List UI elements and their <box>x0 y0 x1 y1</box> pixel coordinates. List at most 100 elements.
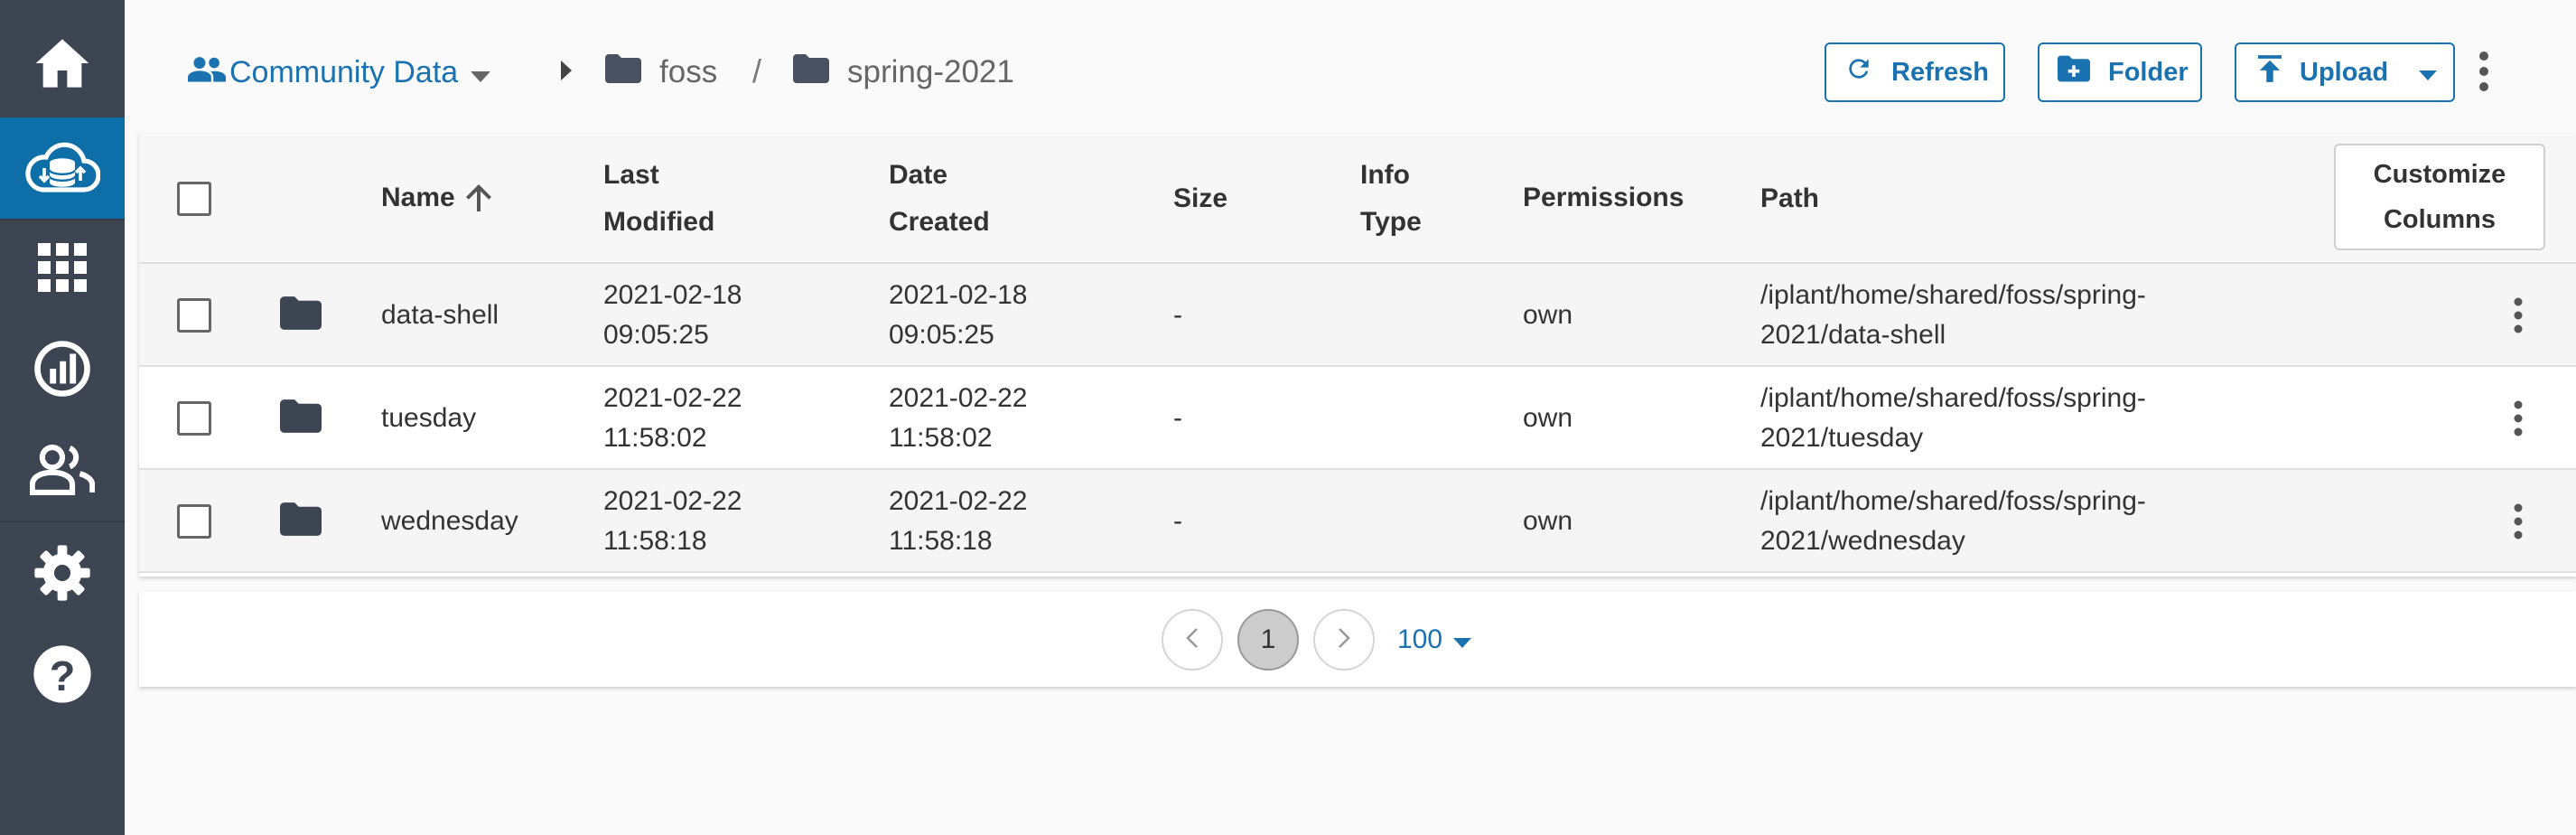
folder-icon <box>793 53 829 91</box>
sidebar-item-home[interactable] <box>0 13 125 114</box>
file-name[interactable]: data-shell <box>381 296 499 335</box>
size-cell: - <box>1173 403 1182 433</box>
column-header-label: Permissions <box>1523 183 1685 212</box>
path-cell: /iplant/home/shared/foss/spring- 2021/da… <box>1760 276 2146 355</box>
folder-icon <box>280 296 322 334</box>
gear-icon <box>33 544 91 602</box>
customize-columns-button[interactable]: Customize Columns <box>2334 144 2545 250</box>
column-header-label: Modified <box>603 207 715 237</box>
column-header-label: Path <box>1760 183 1820 213</box>
breadcrumb-root-label: Community Data <box>229 54 459 89</box>
folder-icon <box>280 399 322 437</box>
upload-label: Upload <box>2300 57 2389 87</box>
path-cell: /iplant/home/shared/foss/spring- 2021/we… <box>1760 482 2146 561</box>
date-created-time: 11:58:02 <box>889 423 993 453</box>
size-cell: - <box>1173 506 1182 536</box>
analyses-chart-icon <box>33 339 92 399</box>
permissions-cell: own <box>1523 300 1573 330</box>
cloud-data-icon <box>24 141 100 195</box>
date-created-time: 11:58:18 <box>889 526 993 556</box>
date-created-date: 2021-02-22 <box>889 383 1028 413</box>
community-data-dropdown[interactable]: Community Data <box>188 47 491 98</box>
chevron-down-icon <box>1453 624 1472 655</box>
customize-columns-label: Customize <box>2373 160 2506 189</box>
page-size-value: 100 <box>1397 624 1443 654</box>
refresh-label: Refresh <box>1891 57 1989 87</box>
sidebar-item-help[interactable]: ? <box>0 624 125 725</box>
sidebar-item-apps[interactable] <box>0 217 125 318</box>
help-icon: ? <box>33 644 92 704</box>
column-header-last-modified[interactable]: Last Modified <box>603 152 714 246</box>
row-checkbox[interactable] <box>177 504 211 539</box>
path-line: /iplant/home/shared/foss/spring- <box>1760 383 2146 413</box>
last-modified-date: 2021-02-22 <box>603 486 742 516</box>
refresh-button[interactable]: Refresh <box>1825 42 2005 102</box>
path-line: /iplant/home/shared/foss/spring- <box>1760 486 2146 516</box>
table-row[interactable]: tuesday 2021-02-22 11:58:02 2021-02-22 1… <box>139 367 2576 470</box>
column-header-info-type[interactable]: Info Type <box>1360 152 1422 246</box>
date-created-cell: 2021-02-22 11:58:02 <box>889 379 1027 458</box>
breadcrumb-separator: / <box>752 52 762 89</box>
file-name[interactable]: tuesday <box>381 399 476 438</box>
path-line: 2021/data-shell <box>1760 320 1946 350</box>
sidebar-item-teams[interactable] <box>0 419 125 521</box>
column-header-label: Created <box>889 207 990 237</box>
refresh-icon <box>1844 54 1873 90</box>
home-icon <box>33 36 91 90</box>
last-modified-cell: 2021-02-22 11:58:18 <box>603 482 742 561</box>
last-modified-cell: 2021-02-18 09:05:25 <box>603 276 742 355</box>
page-number: 1 <box>1260 624 1276 654</box>
row-more-options-icon[interactable] <box>2513 503 2524 544</box>
column-header-label: Last <box>603 160 659 190</box>
row-more-options-icon[interactable] <box>2513 297 2524 338</box>
page-button-current[interactable]: 1 <box>1237 609 1299 671</box>
chevron-right-icon <box>561 61 572 85</box>
more-options-icon[interactable] <box>2478 51 2489 97</box>
path-cell: /iplant/home/shared/foss/spring- 2021/tu… <box>1760 379 2146 458</box>
people-icon <box>188 55 226 90</box>
table-row[interactable]: wednesday 2021-02-22 11:58:18 2021-02-22… <box>139 470 2576 573</box>
file-listing-table: Name Last Modified Date Created Size Inf… <box>139 134 2576 577</box>
breadcrumb-folder-spring-2021[interactable]: spring-2021 <box>793 47 1014 98</box>
page-size-select[interactable]: 100 <box>1397 620 1472 660</box>
column-header-date-created[interactable]: Date Created <box>889 152 990 246</box>
date-created-cell: 2021-02-22 11:58:18 <box>889 482 1027 561</box>
next-page-button[interactable] <box>1313 609 1375 671</box>
path-line: 2021/tuesday <box>1760 423 1924 453</box>
column-header-size[interactable]: Size <box>1173 175 1227 222</box>
last-modified-time: 11:58:18 <box>603 526 707 556</box>
chevron-left-icon <box>1186 627 1199 653</box>
path-line: /iplant/home/shared/foss/spring- <box>1760 280 2146 310</box>
sidebar-item-analyses[interactable] <box>0 318 125 419</box>
sidebar-item-data[interactable] <box>0 117 125 219</box>
sort-ascending-icon <box>465 184 491 211</box>
last-modified-date: 2021-02-18 <box>603 280 742 310</box>
column-header-label: Size <box>1173 183 1228 213</box>
column-header-name[interactable]: Name <box>381 174 491 221</box>
pagination-bar: 1 100 <box>139 591 2576 687</box>
people-icon <box>30 445 95 495</box>
date-created-cell: 2021-02-18 09:05:25 <box>889 276 1027 355</box>
row-checkbox[interactable] <box>177 298 211 333</box>
upload-button[interactable]: Upload <box>2235 42 2455 102</box>
folder-icon <box>280 502 322 540</box>
file-name[interactable]: wednesday <box>381 502 518 541</box>
folder-label: Folder <box>2108 57 2189 87</box>
customize-columns-label: Columns <box>2383 205 2497 234</box>
previous-page-button[interactable] <box>1162 609 1223 671</box>
select-all-checkbox[interactable] <box>177 182 211 216</box>
sidebar: ? <box>0 0 125 835</box>
chevron-down-icon <box>471 55 491 90</box>
sidebar-item-settings[interactable] <box>0 522 125 624</box>
last-modified-date: 2021-02-22 <box>603 383 742 413</box>
new-folder-button[interactable]: Folder <box>2038 42 2202 102</box>
column-header-path[interactable]: Path <box>1760 175 1819 222</box>
table-header: Name Last Modified Date Created Size Inf… <box>139 134 2576 264</box>
folder-icon <box>605 53 641 91</box>
column-header-permissions[interactable]: Permissions <box>1523 174 1684 221</box>
row-more-options-icon[interactable] <box>2513 400 2524 441</box>
table-row[interactable]: data-shell 2021-02-18 09:05:25 2021-02-1… <box>139 264 2576 367</box>
column-header-label: Date <box>889 160 948 190</box>
breadcrumb-folder-foss[interactable]: foss <box>605 47 717 98</box>
row-checkbox[interactable] <box>177 401 211 436</box>
